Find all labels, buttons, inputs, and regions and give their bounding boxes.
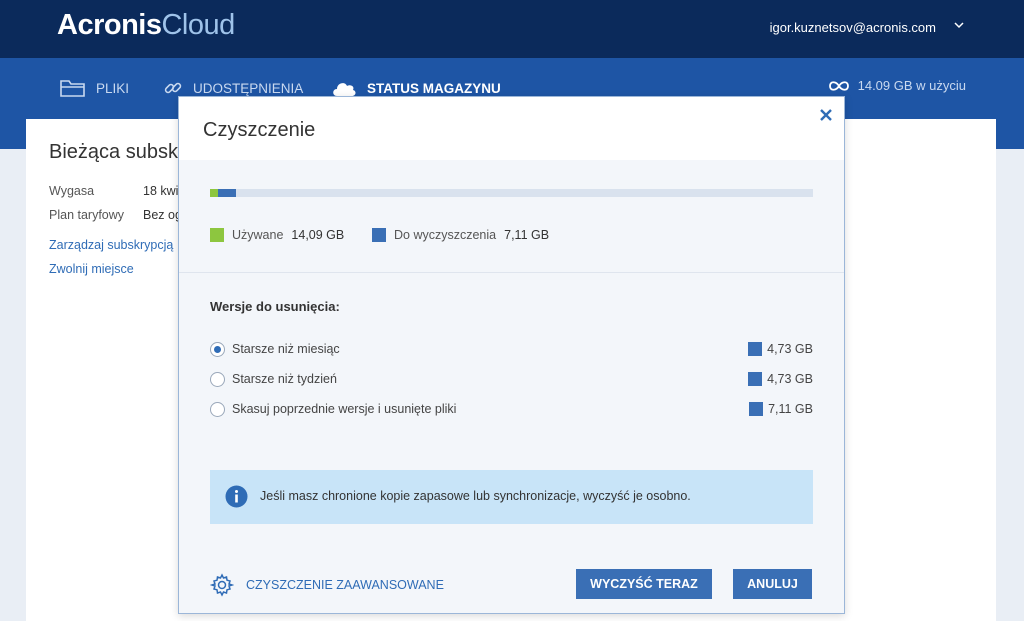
expiry-value: 18 kwi — [143, 184, 179, 198]
size-swatch — [748, 342, 763, 356]
nav-tab-label: STATUS MAGAZYNU — [367, 80, 501, 96]
option-label: Starsze niż tydzień — [232, 372, 337, 386]
cloud-icon — [333, 83, 356, 96]
option-older-than-month[interactable]: Starsze niż miesiąc 4,73 GB — [210, 341, 813, 359]
plan-value: Bez og — [143, 208, 182, 222]
cleanup-dialog: Czyszczenie Używane 14,09 GB Do wyczyszc… — [178, 96, 845, 614]
expiry-row: Wygasa 18 kwi — [49, 184, 178, 198]
option-older-than-week[interactable]: Starsze niż tydzień 4,73 GB — [210, 371, 813, 389]
legend-amount: 7,11 GB — [504, 228, 550, 242]
link-icon — [164, 82, 182, 94]
size-value: 4,73 GB — [767, 342, 813, 356]
legend-swatch-used — [210, 228, 224, 242]
logo-product: Cloud — [161, 9, 235, 41]
chevron-down-icon[interactable] — [952, 18, 966, 32]
dialog-title: Czyszczenie — [203, 119, 316, 141]
radio-button[interactable] — [210, 402, 225, 417]
cancel-button[interactable]: ANULUJ — [733, 569, 812, 599]
plan-label: Plan taryfowy — [49, 208, 125, 222]
top-header: AcronisCloud igor.kuznetsov@acronis.com — [0, 0, 1024, 58]
info-text: Jeśli masz chronione kopie zapasowe lub … — [260, 489, 691, 503]
option-delete-all-versions[interactable]: Skasuj poprzednie wersje i usunięte plik… — [210, 401, 813, 419]
legend-swatch-cleanable — [372, 228, 386, 242]
plan-row: Plan taryfowy Bez og — [49, 208, 182, 222]
divider — [179, 272, 844, 273]
nav-tab-label: UDOSTĘPNIENIA — [193, 80, 304, 96]
app-logo[interactable]: AcronisCloud — [57, 9, 235, 42]
expiry-label: Wygasa — [49, 184, 95, 198]
manage-subscription-link[interactable]: Zarządzaj subskrypcją — [49, 238, 173, 252]
legend-label: Używane — [232, 228, 284, 242]
size-swatch — [749, 402, 764, 416]
used-segment — [210, 189, 218, 197]
advanced-cleanup-label: CZYSZCZENIE ZAAWANSOWANE — [246, 578, 444, 592]
legend-label: Do wyczyszczenia — [394, 228, 497, 242]
gear-icon — [210, 573, 234, 597]
storage-usage-bar — [210, 189, 813, 197]
size-swatch — [748, 372, 763, 386]
option-size: 7,11 GB — [749, 402, 813, 416]
option-size: 4,73 GB — [748, 372, 813, 386]
versions-section-title: Wersje do usunięcia: — [210, 299, 340, 314]
option-label: Skasuj poprzednie wersje i usunięte plik… — [232, 402, 457, 416]
logo-brand: Acronis — [57, 9, 162, 41]
option-size: 4,73 GB — [748, 342, 813, 356]
nav-tab-label: PLIKI — [96, 80, 130, 96]
clean-now-button[interactable]: WYCZYŚĆ TERAZ — [576, 569, 712, 599]
dialog-header: Czyszczenie — [179, 97, 844, 160]
close-icon[interactable] — [818, 107, 834, 123]
usage-text: 14.09 GB w użyciu — [857, 78, 966, 93]
advanced-cleanup-link[interactable]: CZYSZCZENIE ZAAWANSOWANE — [210, 573, 444, 597]
folder-icon — [60, 80, 85, 97]
cleanable-segment — [218, 189, 236, 197]
legend-used: Używane 14,09 GB — [210, 228, 344, 242]
card-title: Bieżąca subsk — [49, 141, 178, 163]
radio-button[interactable] — [210, 372, 225, 387]
user-email[interactable]: igor.kuznetsov@acronis.com — [770, 20, 936, 35]
info-icon — [225, 485, 248, 508]
nav-tab-files[interactable]: PLIKI — [60, 76, 129, 100]
radio-button[interactable] — [210, 342, 225, 357]
infinity-icon — [828, 80, 849, 91]
info-message: Jeśli masz chronione kopie zapasowe lub … — [210, 470, 813, 524]
free-space-link[interactable]: Zwolnij miejsce — [49, 262, 134, 276]
size-value: 7,11 GB — [768, 402, 813, 416]
legend-cleanable: Do wyczyszczenia 7,11 GB — [372, 228, 549, 242]
size-value: 4,73 GB — [767, 372, 813, 386]
storage-usage-indicator: 14.09 GB w użyciu — [828, 78, 966, 93]
legend-amount: 14,09 GB — [291, 228, 345, 242]
option-label: Starsze niż miesiąc — [232, 342, 340, 356]
